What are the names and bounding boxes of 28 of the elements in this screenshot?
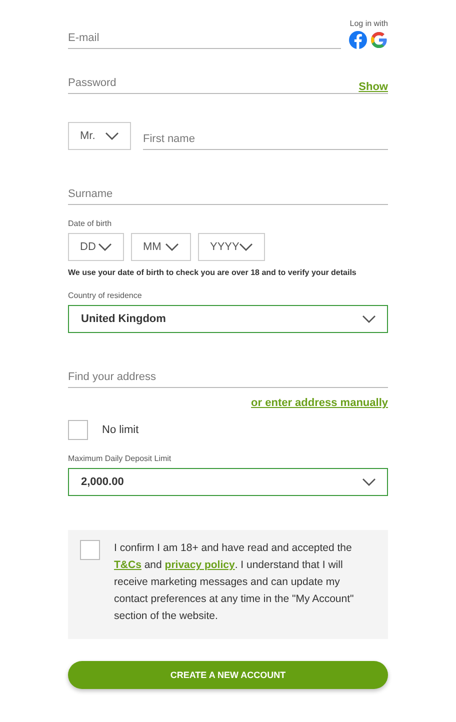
password-field[interactable]: Password (68, 77, 359, 93)
date-of-birth-note: We use your date of birth to check you are over 18 and to verify your details (68, 268, 356, 277)
first-name-field[interactable]: First name (143, 133, 388, 150)
month-select[interactable]: MM (131, 233, 191, 261)
checkbox-label: No limit (102, 424, 139, 436)
log-in-with-label: Log in with (350, 19, 388, 28)
checkbox[interactable] (68, 420, 88, 440)
day-select[interactable]: DD (68, 233, 124, 261)
facebook-icon[interactable] (349, 31, 367, 49)
field-label: Country of residence (68, 291, 143, 300)
surname-field[interactable]: Surname (68, 188, 388, 205)
email-field[interactable]: E-mail (68, 32, 341, 49)
year-select[interactable]: YYYY (198, 233, 265, 261)
chevron-down-icon (362, 478, 376, 486)
deposit-limit-select[interactable]: 2,000.00 (68, 468, 388, 496)
address-field[interactable]: Find your address (68, 371, 388, 388)
field-label: Date of birth (68, 219, 113, 228)
checkbox[interactable] (80, 540, 100, 560)
google-icon[interactable] (370, 31, 388, 49)
chevron-down-icon (105, 132, 119, 140)
country-select[interactable]: United Kingdom (68, 305, 388, 333)
title-select[interactable]: Mr. (68, 122, 131, 150)
chevron-down-icon (362, 315, 376, 323)
consent-text: I confirm I am 18+ and have read and accepted the T&Cs and privacy policy. I understand that I will receive marketing messages and can update my contact preferences at any time in the "My Account" section of the website. (114, 541, 355, 624)
chevron-down-icon (98, 243, 112, 251)
chevron-down-icon (165, 243, 179, 251)
field-label: Maximum Daily Deposit Limit (68, 454, 172, 463)
chevron-down-icon (239, 243, 254, 251)
